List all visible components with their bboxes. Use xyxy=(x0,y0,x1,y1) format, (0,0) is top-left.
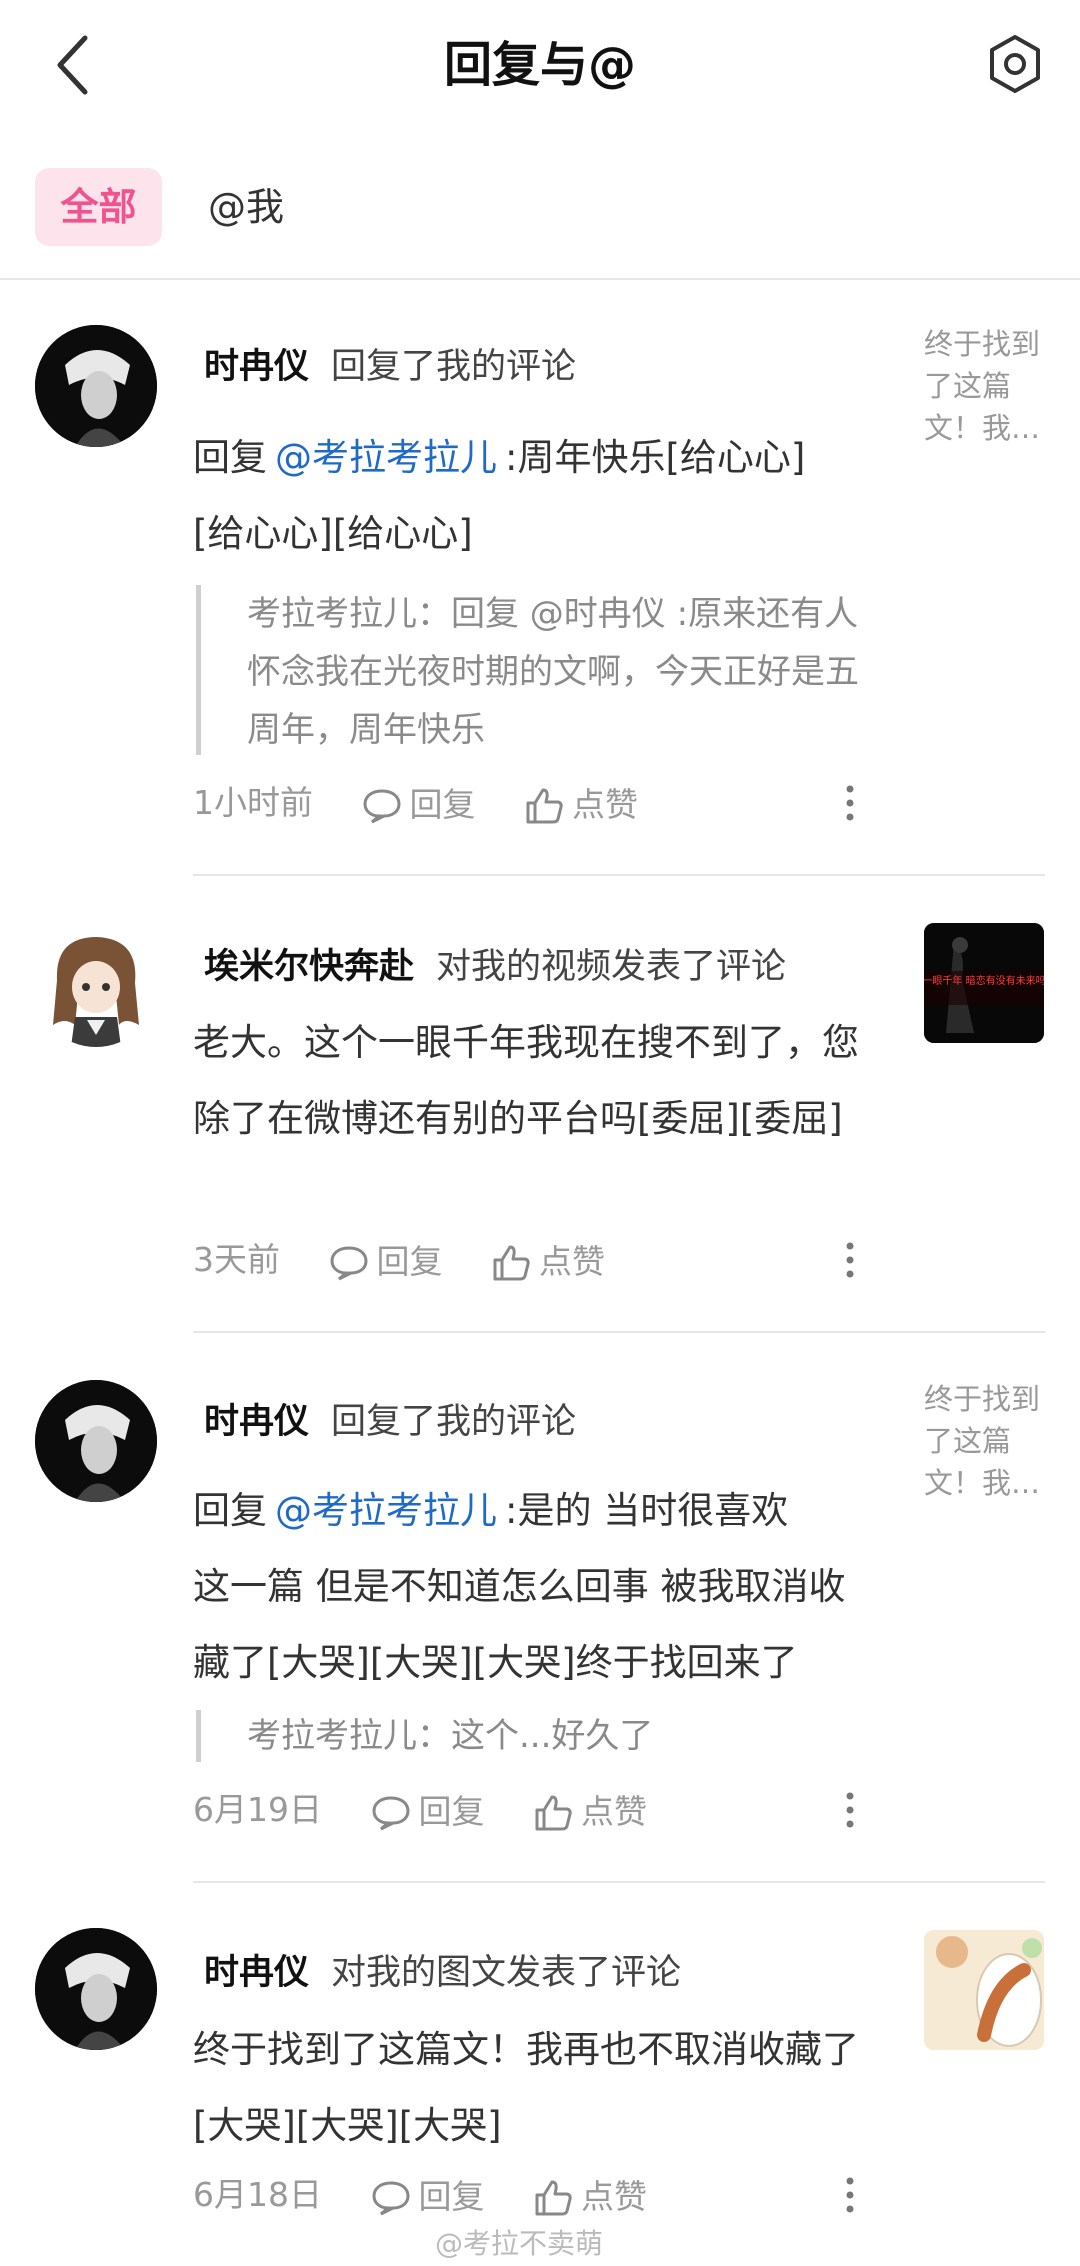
thumbs-up-icon xyxy=(493,1245,530,1281)
username-text[interactable]: 时冉仪 xyxy=(204,1953,309,1993)
comment-icon xyxy=(371,1796,410,1831)
reply-button[interactable]: 回复 xyxy=(371,1787,485,1837)
username[interactable]: 时冉仪 对我的图文发表了评论 xyxy=(204,1944,681,1995)
meta-row: 3天前 回复 点赞 xyxy=(193,1235,605,1285)
action-text: 对我的视频发表了评论 xyxy=(436,947,787,987)
quoted-comment: 考拉考拉儿：回复 @时冉仪 :原来还有人怀念我在光夜时期的文啊，今天正好是五周年… xyxy=(196,585,886,755)
tab-all[interactable]: 全部 xyxy=(35,168,162,246)
reply-prefix: 回复 xyxy=(193,436,267,479)
username[interactable]: 埃米尔快奔赴 对我的视频发表了评论 xyxy=(204,938,786,989)
comment-line: :是的 当时很喜欢 xyxy=(505,1489,789,1532)
more-icon[interactable] xyxy=(840,1790,860,1830)
page-title: 回复与@ xyxy=(443,37,636,93)
username-text[interactable]: 埃米尔快奔赴 xyxy=(204,947,414,987)
video-thumbnail[interactable]: 一眼千年 暗恋有没有未来吗 xyxy=(924,923,1044,1043)
comment-text: 终于找到了这篇文！我再也不取消收藏了[大哭][大哭][大哭] xyxy=(193,2028,859,2147)
like-button[interactable]: 点赞 xyxy=(524,780,638,830)
action-text: 对我的图文发表了评论 xyxy=(331,1953,682,1993)
like-button[interactable]: 点赞 xyxy=(491,1237,605,1287)
reply-button[interactable]: 回复 xyxy=(362,780,476,830)
top-bar: 回复与@ xyxy=(0,0,1080,130)
timestamp: 3天前 xyxy=(193,1240,280,1279)
like-label: 点赞 xyxy=(572,784,638,824)
divider xyxy=(193,1881,1045,1883)
avatar[interactable] xyxy=(35,1380,157,1502)
reply-prefix: 回复 xyxy=(193,1489,267,1532)
reply-button[interactable]: 回复 xyxy=(371,2172,485,2222)
reply-button[interactable]: 回复 xyxy=(329,1237,443,1287)
reply-label: 回复 xyxy=(418,1791,485,1831)
username-text[interactable]: 时冉仪 xyxy=(204,1402,309,1442)
timestamp: 6月18日 xyxy=(193,2175,322,2214)
action-text: 回复了我的评论 xyxy=(331,347,577,387)
comment-text: 回复 @考拉考拉儿:是的 当时很喜欢 这一篇 但是不知道怎么回事 被我取消收藏了[… xyxy=(193,1473,873,1701)
settings-icon[interactable] xyxy=(985,34,1045,94)
mention-link[interactable]: @考拉考拉儿 xyxy=(275,436,497,479)
avatar[interactable] xyxy=(35,1928,157,2050)
meta-row: 6月19日 回复 点赞 xyxy=(193,1785,647,1835)
more-icon[interactable] xyxy=(840,2175,860,2215)
like-label: 点赞 xyxy=(581,2176,647,2216)
quoted-comment: 考拉考拉儿：这个...好久了 xyxy=(196,1710,886,1762)
avatar[interactable] xyxy=(35,325,157,447)
username[interactable]: 时冉仪 回复了我的评论 xyxy=(204,1393,576,1444)
thumbs-up-icon xyxy=(535,1795,572,1831)
reply-label: 回复 xyxy=(418,2176,485,2216)
like-label: 点赞 xyxy=(539,1241,605,1281)
thumbs-up-icon xyxy=(526,788,563,824)
username-text[interactable]: 时冉仪 xyxy=(204,347,309,387)
more-icon[interactable] xyxy=(840,783,860,823)
meta-row: 6月18日 回复 点赞 xyxy=(193,2170,647,2220)
username[interactable]: 时冉仪 回复了我的评论 xyxy=(204,338,576,389)
comment-line: [给心心][给心心] xyxy=(193,512,473,555)
thumbnail-caption: 一眼千年 暗恋有没有未来吗 xyxy=(924,974,1044,987)
divider xyxy=(193,874,1045,876)
comment-text: 回复 @考拉考拉儿:周年快乐[给心心] [给心心][给心心] xyxy=(193,420,873,572)
comment-text: 老大。这个一眼千年我现在搜不到了，您除了在微博还有别的平台吗[委屈][委屈] xyxy=(193,1021,859,1140)
more-icon[interactable] xyxy=(840,1240,860,1280)
watermark: @考拉不卖萌 xyxy=(435,2227,604,2260)
comment-line: :周年快乐[给心心] xyxy=(505,436,806,479)
reply-label: 回复 xyxy=(376,1241,443,1281)
like-button[interactable]: 点赞 xyxy=(533,1787,647,1837)
divider xyxy=(193,1331,1045,1333)
action-text: 回复了我的评论 xyxy=(331,1402,577,1442)
comment-icon xyxy=(329,1246,368,1281)
like-label: 点赞 xyxy=(581,1791,647,1831)
comment-line: 这一篇 但是不知道怎么回事 被我取消收藏了[大哭][大哭][大哭]终于找回来了 xyxy=(193,1565,846,1684)
source-excerpt[interactable]: 终于找到了这篇文！我… xyxy=(924,323,1046,449)
comment-icon xyxy=(362,789,401,824)
thumbs-up-icon xyxy=(535,2180,572,2216)
timestamp: 6月19日 xyxy=(193,1790,322,1829)
meta-row: 1小时前 回复 点赞 xyxy=(193,778,638,828)
like-button[interactable]: 点赞 xyxy=(533,2172,647,2222)
avatar[interactable] xyxy=(35,925,157,1047)
post-thumbnail[interactable] xyxy=(924,1930,1044,2050)
tab-at-me[interactable]: @我 xyxy=(208,168,284,246)
source-excerpt[interactable]: 终于找到了这篇文！我… xyxy=(924,1378,1046,1504)
timestamp: 1小时前 xyxy=(193,783,313,822)
comment-icon xyxy=(371,2181,410,2216)
tab-bar: 全部 @我 xyxy=(0,160,1080,280)
reply-label: 回复 xyxy=(409,784,476,824)
mention-link[interactable]: @考拉考拉儿 xyxy=(275,1489,497,1532)
